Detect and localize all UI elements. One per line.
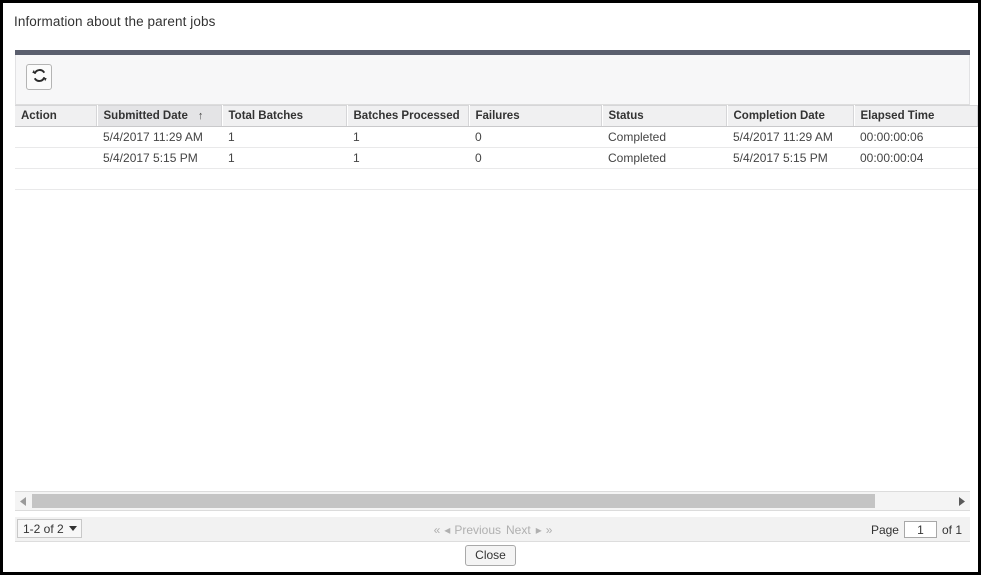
pagination-bar: 1-2 of 2 « ◂ Previous Next ▸ » Page of 1 — [15, 517, 970, 542]
cell-total-batches[interactable]: 1 — [222, 126, 347, 148]
dialog-content: Information about the parent jobs Action… — [3, 3, 978, 572]
scroll-left-arrow-icon[interactable] — [15, 492, 32, 510]
column-header-completion-date[interactable]: Completion Date — [727, 105, 855, 127]
refresh-icon — [31, 68, 47, 86]
column-header-action[interactable]: Action — [15, 105, 98, 127]
scrollbar-track[interactable] — [32, 494, 953, 508]
first-page-icon[interactable]: « — [434, 523, 441, 537]
cell-elapsed-time: 00:00:00:06 — [854, 126, 978, 148]
dialog-window: Information about the parent jobs Action… — [0, 0, 981, 575]
next-page-icon[interactable]: ▸ — [536, 523, 542, 537]
cell-total-batches[interactable]: 1 — [222, 147, 347, 169]
grid-toolbar — [15, 55, 970, 105]
close-button[interactable]: Close — [465, 545, 516, 566]
cell-completion-date: 5/4/2017 11:29 AM — [727, 126, 854, 148]
jobs-grid: Action Submitted Date ↑ Total Batches Bat… — [15, 105, 978, 540]
chevron-down-icon — [68, 526, 77, 531]
pager-controls: « ◂ Previous Next ▸ » — [15, 517, 970, 542]
column-header-total-batches[interactable]: Total Batches — [222, 105, 348, 127]
cell-elapsed-time: 00:00:00:04 — [854, 147, 978, 169]
table-body: 5/4/2017 11:29 AM 1 1 0 Completed 5/4/20… — [15, 126, 978, 190]
last-page-icon[interactable]: » — [546, 523, 553, 537]
column-label-action: Action — [21, 110, 57, 122]
column-header-submitted-date[interactable]: Submitted Date ↑ — [97, 105, 223, 127]
page-label: Page — [870, 522, 899, 537]
cell-action — [15, 147, 97, 169]
footer-actions: Close — [3, 543, 978, 568]
row-range-dropdown[interactable]: 1-2 of 2 — [17, 519, 82, 538]
horizontal-scrollbar[interactable] — [15, 491, 970, 511]
page-number-input[interactable] — [903, 521, 937, 538]
cell-failures: 0 — [469, 126, 602, 148]
cell-batches-processed[interactable]: 1 — [347, 126, 469, 148]
scroll-right-arrow-icon[interactable] — [953, 492, 970, 510]
scrollbar-thumb[interactable] — [32, 494, 875, 508]
cell-status: Completed — [602, 147, 727, 169]
column-label-status: Status — [608, 110, 644, 122]
jobs-panel: Action Submitted Date ↑ Total Batches Bat… — [15, 50, 978, 540]
table-empty-cell — [15, 168, 978, 190]
table-empty-area — [15, 168, 978, 190]
jobs-table: Action Submitted Date ↑ Total Batches Bat… — [15, 105, 978, 190]
column-header-failures[interactable]: Failures — [469, 105, 603, 127]
cell-status: Completed — [602, 126, 727, 148]
cell-submitted-date: 5/4/2017 5:15 PM — [97, 147, 222, 169]
page-title: Information about the parent jobs — [14, 14, 216, 29]
column-label-failures: Failures — [475, 110, 520, 122]
page-number-group: Page of 1 — [871, 517, 962, 542]
row-range-label: 1-2 of 2 — [23, 521, 64, 536]
cell-batches-processed[interactable]: 1 — [347, 147, 469, 169]
cell-action — [15, 126, 97, 148]
sort-ascending-icon: ↑ — [197, 110, 204, 122]
column-label-submitted-date: Submitted Date — [103, 110, 188, 122]
cell-completion-date: 5/4/2017 5:15 PM — [727, 147, 854, 169]
previous-page-icon[interactable]: ◂ — [444, 523, 450, 537]
table-row[interactable]: 5/4/2017 5:15 PM 1 1 0 Completed 5/4/201… — [15, 147, 978, 169]
column-header-batches-processed[interactable]: Batches Processed — [347, 105, 470, 127]
cell-failures: 0 — [469, 147, 602, 169]
column-header-status[interactable]: Status — [602, 105, 728, 127]
previous-page-link[interactable]: Previous — [454, 523, 501, 537]
refresh-button[interactable] — [26, 64, 52, 90]
table-head: Action Submitted Date ↑ Total Batches Bat… — [15, 105, 978, 127]
column-label-batches-processed: Batches Processed — [353, 110, 460, 122]
table-row[interactable]: 5/4/2017 11:29 AM 1 1 0 Completed 5/4/20… — [15, 126, 978, 148]
column-label-total-batches: Total Batches — [228, 110, 304, 122]
column-label-elapsed-time: Elapsed Time — [860, 110, 935, 122]
next-page-link[interactable]: Next — [506, 523, 531, 537]
column-label-completion-date: Completion Date — [733, 110, 825, 122]
table-header-row: Action Submitted Date ↑ Total Batches Bat… — [15, 105, 978, 127]
column-header-elapsed-time[interactable]: Elapsed Time — [854, 105, 978, 127]
page-total-label: of 1 — [941, 522, 962, 537]
cell-submitted-date: 5/4/2017 11:29 AM — [97, 126, 222, 148]
